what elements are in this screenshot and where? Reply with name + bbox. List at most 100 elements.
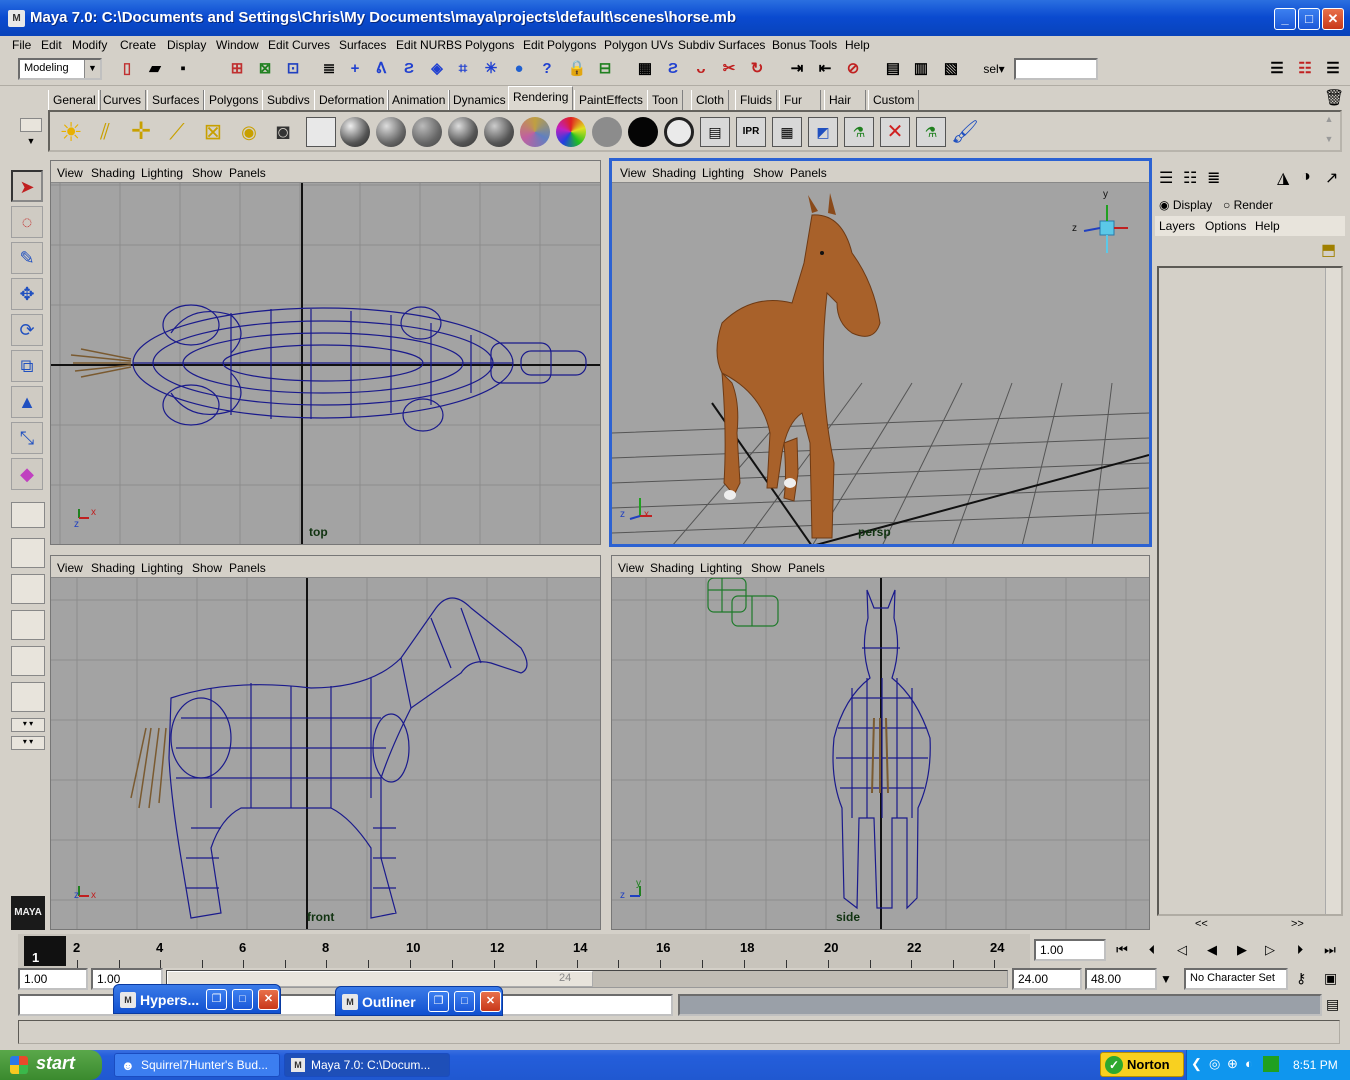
spot-light-icon[interactable]: ⟋ xyxy=(162,117,192,147)
maximize-button[interactable]: □ xyxy=(232,989,253,1010)
viewport-menu-panels[interactable]: Panels xyxy=(788,561,825,575)
network-icon[interactable]: ◎ xyxy=(1209,1056,1220,1072)
scale-tool-icon[interactable]: ⧉ xyxy=(11,350,43,382)
snap-curve-icon[interactable]: ᕕ xyxy=(370,58,392,80)
layered-shader-icon[interactable] xyxy=(520,117,550,147)
shelf-tab-fur[interactable]: Fur xyxy=(779,90,821,110)
step-back-frame-icon[interactable]: ◁ xyxy=(1170,940,1194,960)
scroll-right-button[interactable]: >> xyxy=(1291,918,1304,930)
directional-light-icon[interactable]: ⫽ xyxy=(90,117,120,147)
break-link-icon[interactable]: ✕ xyxy=(880,117,910,147)
blinn-sphere-icon[interactable] xyxy=(340,117,370,147)
open-scene-icon[interactable]: ▰ xyxy=(144,58,166,80)
viewport-menu-view[interactable]: View xyxy=(57,561,83,575)
arrow-icon[interactable]: ↗ xyxy=(1325,168,1338,188)
menu-bonus-tools[interactable]: Bonus Tools xyxy=(772,38,837,52)
viewport-top[interactable]: View Shading Lighting Show Panels z x to… xyxy=(50,160,601,545)
snap-point-icon[interactable]: Ƨ xyxy=(398,58,420,80)
viewport-menu-shading[interactable]: Shading xyxy=(91,166,135,180)
menu-edit-curves[interactable]: Edit Curves xyxy=(268,38,330,52)
start-time-field[interactable]: 1.00 xyxy=(18,968,88,990)
shelf-tab-painteffects[interactable]: PaintEffects xyxy=(574,90,648,110)
close-button[interactable]: ✕ xyxy=(480,991,501,1012)
viewport-canvas[interactable]: y z z x persp xyxy=(612,183,1149,544)
menu-polygons[interactable]: Polygons xyxy=(465,38,514,52)
phong-sphere-icon[interactable] xyxy=(376,117,406,147)
show-tool-settings-icon[interactable]: ☰ xyxy=(1322,58,1344,80)
playback-end-field[interactable]: 24.00 xyxy=(1012,968,1082,990)
render-layer-icon[interactable]: ◮ xyxy=(1277,168,1289,188)
layer-menu-options[interactable]: Options xyxy=(1205,219,1246,233)
phonge-sphere-icon[interactable] xyxy=(484,117,514,147)
filter-icon[interactable]: ≣ xyxy=(318,58,340,80)
render-globals-icon[interactable]: ▧ xyxy=(940,58,962,80)
start-button[interactable]: start xyxy=(0,1050,102,1080)
render-settings-icon[interactable]: ⊘ xyxy=(842,58,864,80)
menu-edit[interactable]: Edit xyxy=(41,38,62,52)
tray-chevron-icon[interactable]: ❮ xyxy=(1191,1056,1202,1072)
render-radio[interactable]: ○ Render xyxy=(1223,198,1273,212)
shelf-tabs-toggle-icon[interactable] xyxy=(20,118,42,132)
shelf-tab-curves[interactable]: Curves xyxy=(98,90,147,110)
go-to-end-icon[interactable]: ⏭ xyxy=(1318,940,1342,960)
volume-light-icon[interactable]: ◉ xyxy=(234,117,264,147)
select-component-icon[interactable]: ⊡ xyxy=(282,58,304,80)
select-hierarchy-icon[interactable]: ⊞ xyxy=(226,58,248,80)
viewport-menu-shading[interactable]: Shading xyxy=(650,561,694,575)
viewport-menu-shading[interactable]: Shading xyxy=(652,166,696,180)
step-forward-key-icon[interactable]: ⏵ xyxy=(1288,940,1312,960)
persp-outliner-layout-icon[interactable] xyxy=(11,574,45,604)
viewport-menu-show[interactable]: Show xyxy=(751,561,781,575)
mental-ray-icon[interactable]: ⚗ xyxy=(844,117,874,147)
restore-button[interactable]: ❐ xyxy=(428,991,449,1012)
shield-icon[interactable]: ◐ xyxy=(1245,1056,1253,1071)
go-to-start-icon[interactable]: ⏮ xyxy=(1110,940,1134,960)
new-scene-icon[interactable]: ▯ xyxy=(116,58,138,80)
shelf-tab-animation[interactable]: Animation xyxy=(387,90,451,110)
viewport-menu-view[interactable]: View xyxy=(57,166,83,180)
show-attribute-editor-icon[interactable]: ☷ xyxy=(1294,58,1316,80)
range-slider[interactable]: 24 xyxy=(166,970,1008,988)
hypershade-layout-icon[interactable] xyxy=(11,646,45,676)
lambert-sphere-icon[interactable] xyxy=(412,117,442,147)
ramp-icon[interactable] xyxy=(306,117,336,147)
sparkle-icon[interactable]: ✳ xyxy=(480,58,502,80)
viewport-side[interactable]: View Shading Lighting Show Panels z y si… xyxy=(611,555,1150,930)
channel-box-icon[interactable]: ☰ xyxy=(1159,168,1173,188)
current-frame-marker[interactable] xyxy=(24,936,66,966)
snap-grid-icon[interactable]: + xyxy=(344,58,366,80)
list-icon[interactable]: ≣ xyxy=(1207,168,1220,188)
mode-select[interactable]: Modeling ▼ xyxy=(18,58,102,80)
sel-label[interactable]: sel▾ xyxy=(974,58,1014,80)
show-channel-box-icon[interactable]: ☰ xyxy=(1266,58,1288,80)
construction-history-icon[interactable]: ⊟ xyxy=(594,58,616,80)
shelf-tab-polygons[interactable]: Polygons xyxy=(204,90,264,110)
output-connections-icon[interactable]: ⇤ xyxy=(814,58,836,80)
menu-create[interactable]: Create xyxy=(120,38,156,52)
shelf-tab-deformation[interactable]: Deformation xyxy=(314,90,390,110)
menu-file[interactable]: File xyxy=(12,38,31,52)
restore-button[interactable]: ❐ xyxy=(206,989,227,1010)
render-frame-icon[interactable]: ▤ xyxy=(882,58,904,80)
snap-view-icon[interactable]: ◈ xyxy=(426,58,448,80)
outliner-floating-window[interactable]: M Outliner ❐ □ ✕ xyxy=(335,986,503,1016)
globe-icon[interactable]: ⊕ xyxy=(1227,1056,1238,1072)
shelf-scrollbar[interactable]: ▲ ▼ xyxy=(1322,114,1336,148)
menu-window[interactable]: Window xyxy=(216,38,259,52)
help-icon[interactable]: ? xyxy=(536,58,558,80)
ambient-light-icon[interactable]: ☀ xyxy=(56,117,86,147)
viewport-front[interactable]: View Shading Lighting Show Panels z x fr… xyxy=(50,555,601,930)
preferences-icon[interactable]: ▣ xyxy=(1324,970,1337,987)
shelf-tab-toon[interactable]: Toon xyxy=(647,90,684,110)
shelf-tab-rendering[interactable]: Rendering xyxy=(508,86,574,110)
viewport-persp[interactable]: View Shading Lighting Show Panels y z z … xyxy=(609,158,1152,547)
layers-icon[interactable]: ☷ xyxy=(1183,168,1197,188)
menu-edit-nurbs[interactable]: Edit NURBS xyxy=(396,38,462,52)
ipr-render-icon[interactable]: ▥ xyxy=(910,58,932,80)
shading-map-icon[interactable] xyxy=(664,117,694,147)
paint-brush-icon[interactable]: 🖌 xyxy=(950,117,980,147)
sel-input[interactable] xyxy=(1014,58,1098,80)
maximize-button[interactable]: □ xyxy=(1298,8,1320,30)
viewport-menu-show[interactable]: Show xyxy=(753,166,783,180)
menu-polygon-uvs[interactable]: Polygon UVs xyxy=(604,38,673,52)
